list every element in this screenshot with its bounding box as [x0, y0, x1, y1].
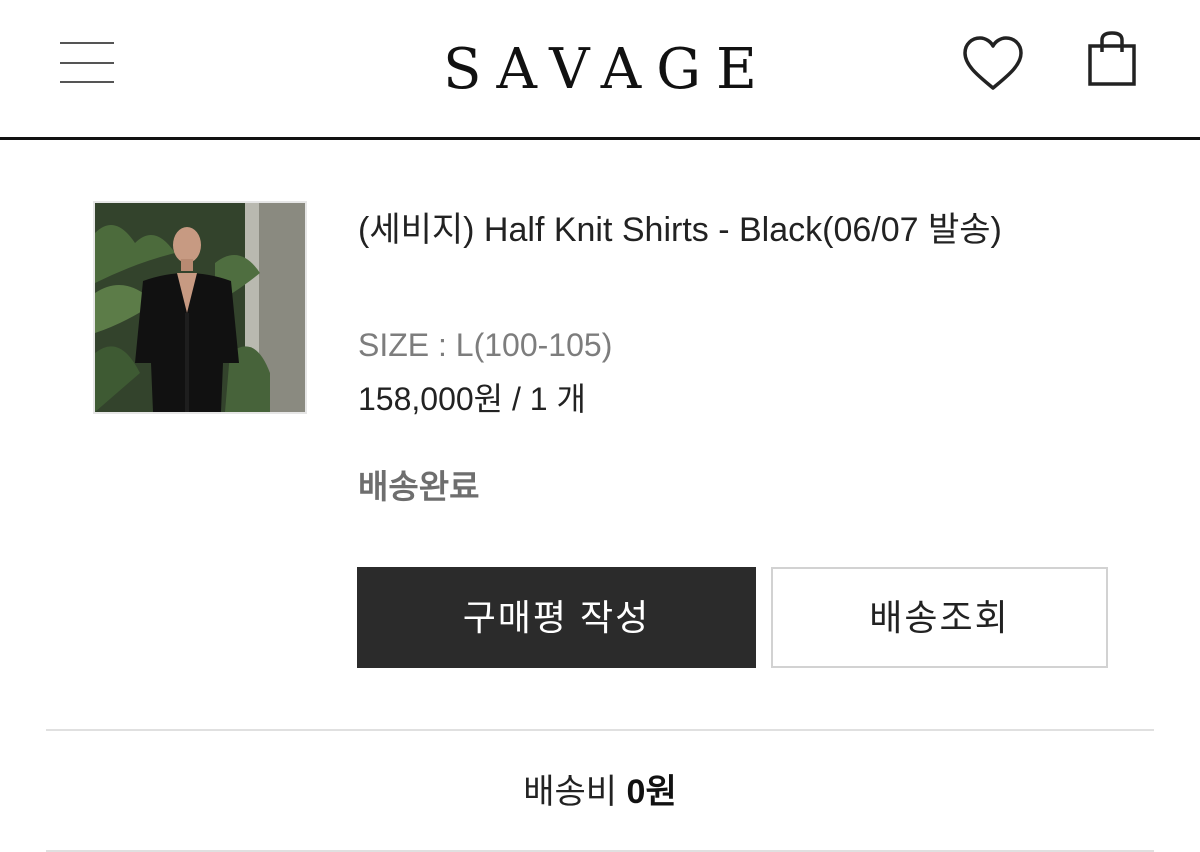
wishlist-button[interactable]	[960, 34, 1026, 94]
menu-button[interactable]	[58, 38, 116, 86]
top-header: SAVAGE	[0, 0, 1200, 140]
product-name[interactable]: (세비지) Half Knit Shirts - Black(06/07 발송)	[358, 200, 1078, 260]
brand-logo[interactable]: SAVAGE	[300, 30, 900, 110]
price-quantity: 158,000원 / 1 개	[358, 381, 586, 417]
delivery-status: 배송완료	[358, 468, 480, 505]
track-delivery-button[interactable]: 배송조회	[771, 567, 1108, 668]
product-photo	[95, 203, 305, 412]
shopping-bag-icon	[1088, 31, 1136, 86]
product-thumbnail[interactable]	[93, 201, 307, 414]
shipping-fee-value: 0원	[626, 773, 677, 811]
write-review-button[interactable]: 구매평 작성	[357, 567, 756, 668]
divider	[46, 729, 1154, 731]
cart-button[interactable]	[1084, 30, 1140, 90]
heart-icon	[963, 36, 1023, 90]
shipping-fee-label: 배송비	[523, 773, 627, 811]
product-option: SIZE : L(100-105)	[358, 327, 613, 363]
shipping-fee-row: 배송비 0원	[0, 764, 1200, 820]
